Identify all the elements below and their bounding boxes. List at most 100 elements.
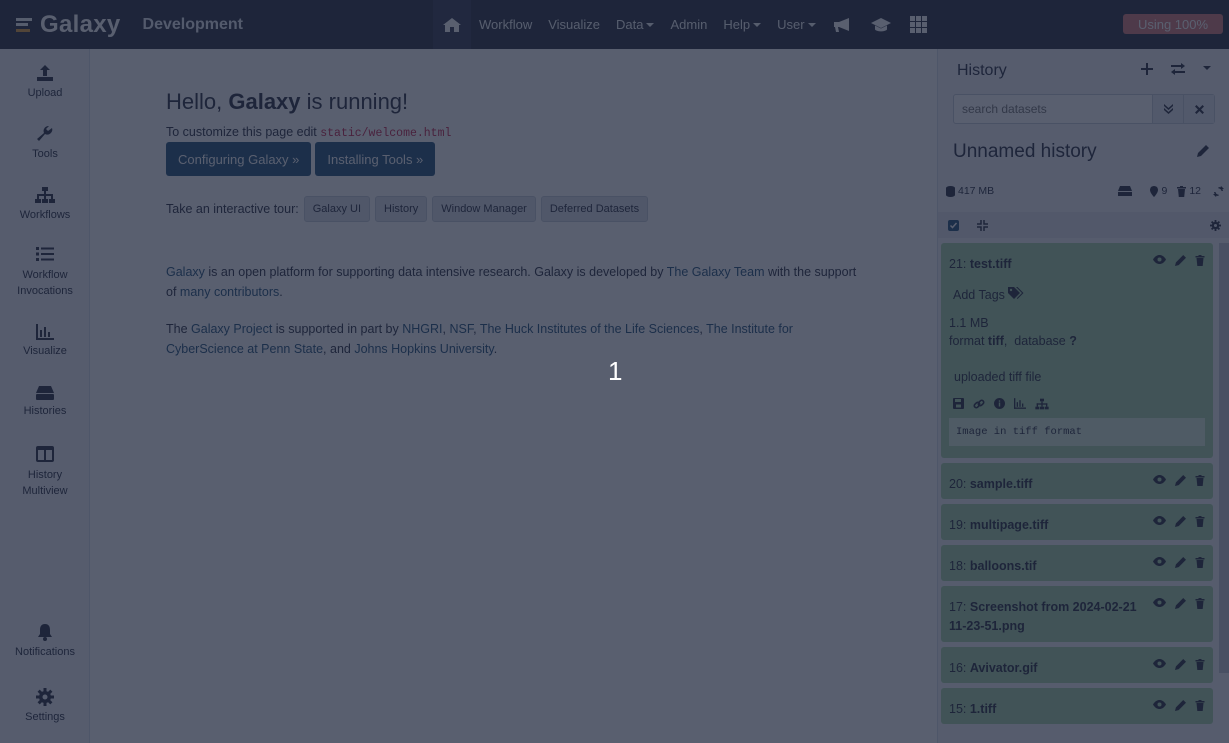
save-icon[interactable] [953,398,964,409]
nsf-link[interactable]: NSF [449,322,473,336]
quota-meter[interactable]: Using 100% [1123,14,1223,34]
dataset-name: multipage.tiff [969,518,1049,532]
activity-histories[interactable]: Histories [0,386,90,417]
check-square-icon[interactable] [948,219,959,231]
trash-icon[interactable] [1195,516,1205,527]
nav-workflow[interactable]: Workflow [471,0,540,49]
pencil-icon[interactable] [1175,659,1186,670]
nav-data[interactable]: Data [608,0,662,49]
exchange-icon[interactable] [1171,63,1185,75]
activity-bar: Upload Tools Workflows Workflow Invocati… [0,49,90,743]
plus-icon[interactable] [1141,63,1153,75]
eye-icon[interactable] [1153,255,1166,264]
galaxy-project-link[interactable]: Galaxy Project [191,322,272,336]
nav-admin[interactable]: Admin [662,0,715,49]
activity-tools[interactable]: Tools [0,125,90,160]
brand[interactable]: Galaxy Development [0,0,433,49]
dataset-item[interactable]: 17: Screenshot from 2024-02-21 11-23-51.… [941,586,1213,642]
history-scrollbar[interactable] [1219,243,1229,673]
trash-icon[interactable] [1195,659,1205,670]
dataset-item[interactable]: 20: sample.tiff [941,463,1213,499]
nhgri-link[interactable]: NHGRI [402,322,442,336]
dataset-item[interactable]: 16: Avivator.gif [941,647,1213,683]
dataset-item[interactable]: 19: multipage.tiff [941,504,1213,540]
activity-history-multiview[interactable]: History Multiview [0,446,90,499]
gear-icon[interactable] [1210,219,1221,231]
pencil-icon[interactable] [1175,255,1186,266]
pencil-icon[interactable] [1175,700,1186,711]
activity-settings[interactable]: Settings [0,688,90,723]
compress-icon[interactable] [977,219,988,231]
brand-name[interactable]: Galaxy [40,11,121,39]
activity-visualize[interactable]: Visualize [0,324,90,357]
tour-deferred-datasets-button[interactable]: Deferred Datasets [540,196,649,222]
nav-help[interactable]: Help [715,0,769,49]
clear-search-button[interactable] [1183,95,1214,123]
eye-icon[interactable] [1153,557,1166,566]
nav-user[interactable]: User [769,0,823,49]
interactive-tools-button[interactable] [900,0,938,49]
shown-count[interactable]: 9 [1150,185,1167,197]
eye-icon[interactable] [1153,700,1166,709]
refresh-button[interactable] [1213,185,1224,197]
activity-workflow-invocations[interactable]: Workflow Invocations [0,246,90,299]
history-name[interactable]: Unnamed history [953,141,1097,163]
pencil-icon[interactable] [1175,557,1186,568]
dataset-item[interactable]: 15: 1.tiff [941,688,1213,724]
galaxy-link[interactable]: Galaxy [166,265,205,279]
sitemap-icon[interactable] [1035,398,1049,410]
trash-icon[interactable] [1195,557,1205,568]
jhu-link[interactable]: Johns Hopkins University [354,342,493,356]
caret-down-icon[interactable] [1203,66,1211,72]
eye-icon[interactable] [1153,475,1166,484]
pencil-icon[interactable] [1175,516,1186,527]
history-size[interactable]: 417 MB [946,185,994,197]
tour-history-button[interactable]: History [375,196,428,222]
pencil-icon[interactable] [1175,598,1186,609]
galaxy-team-link[interactable]: The Galaxy Team [667,265,765,279]
history-toolbar [938,212,1229,238]
tour-window-manager-button[interactable]: Window Manager [432,196,536,222]
activity-upload[interactable]: Upload [0,64,90,99]
dataset-item[interactable]: 18: balloons.tif [941,545,1213,581]
customize-path: static/welcome.html [320,127,452,140]
eye-icon[interactable] [1153,516,1166,525]
search-datasets-input[interactable] [954,95,1152,123]
switch-storage-button[interactable] [1118,186,1133,196]
database-value[interactable]: ? [1069,334,1077,348]
huck-link[interactable]: The Huck Institutes of the Life Sciences [480,322,700,336]
configuring-galaxy-button[interactable]: Configuring Galaxy » [166,142,312,176]
trash-icon[interactable] [1195,598,1205,609]
add-tags[interactable]: Add Tags [949,287,1205,302]
masthead: Galaxy Development Workflow Visualize Da… [0,0,1229,49]
tour-galaxy-ui-button[interactable]: Galaxy UI [303,196,371,222]
trash-icon[interactable] [1195,700,1205,711]
trash-icon [1177,185,1187,197]
nav-visualize[interactable]: Visualize [540,0,608,49]
info-circle-icon[interactable] [994,398,1005,409]
link-icon[interactable] [973,398,985,410]
installing-tools-button[interactable]: Installing Tools » [315,142,436,176]
dataset-title[interactable]: 17: Screenshot from 2024-02-21 11-23-51.… [941,586,1213,642]
dataset-name: 1.tiff [969,702,997,716]
advanced-search-button[interactable] [1152,95,1183,123]
trash-icon[interactable] [1195,475,1205,486]
about-text-3: . [279,285,283,299]
dataset-item-expanded[interactable]: 21: test.tiff Add Tags 1.1 MB format tif… [941,243,1213,458]
dataset-search [953,94,1215,124]
trash-icon[interactable] [1195,255,1205,266]
eye-icon[interactable] [1153,659,1166,668]
training-button[interactable] [862,0,900,49]
activity-workflows[interactable]: Workflows [0,186,90,221]
database-label: , database [1003,334,1070,348]
activity-notifications[interactable]: Notifications [0,623,90,658]
pencil-icon[interactable] [1175,475,1186,486]
home-button[interactable] [433,0,471,49]
chart-bar-icon[interactable] [1014,398,1026,409]
eye-icon[interactable] [1153,598,1166,607]
deleted-count[interactable]: 12 [1177,185,1201,197]
dataset-actions [1153,659,1205,670]
announcements-button[interactable] [824,0,862,49]
contributors-link[interactable]: many contributors [180,285,279,299]
edit-history-button[interactable] [1197,145,1209,160]
